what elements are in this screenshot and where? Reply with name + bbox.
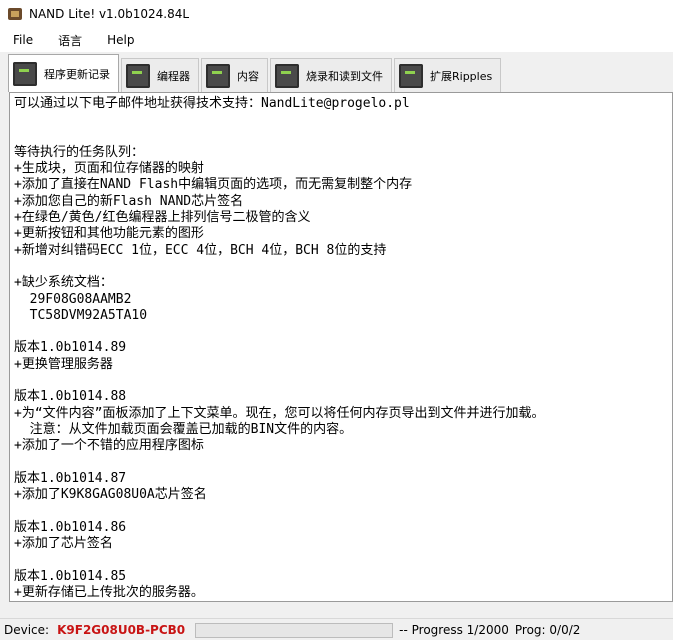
log-line: +添加了K9K8GAG08U0A芯片签名	[14, 487, 207, 503]
menu-help[interactable]: Help	[94, 33, 146, 47]
log-line: TC58DVM92A5TA10	[14, 307, 148, 323]
log-line: +添加您自己的新Flash NAND芯片签名	[14, 193, 244, 209]
device-label: Device:	[4, 623, 50, 637]
tab-content[interactable]: 内容	[201, 58, 268, 92]
tab-ripples[interactable]: 扩展Ripples	[394, 58, 502, 92]
log-line: +在绿色/黄色/红色编程器上排列信号二极管的含义	[14, 210, 311, 226]
log-line: +更新存储已上传批次的服务器。	[14, 584, 204, 600]
window-title: NAND Lite! v1.0b1024.84L	[29, 7, 190, 21]
prog-text: Prog: 0/0/2	[514, 623, 581, 637]
log-line: +添加了芯片签名	[14, 536, 113, 552]
changelog-text: 可以通过以下电子邮件地址获得技术支持：NandLite@progelo.pl 等待…	[10, 93, 672, 601]
log-line: +更换管理服务器	[14, 356, 113, 372]
progress-bar	[195, 622, 394, 638]
progress-text: -- Progress 1/2000	[399, 623, 509, 637]
tab-label: 扩展Ripples	[430, 69, 493, 83]
tab-label: 内容	[237, 69, 259, 83]
log-line: +生成块，页面和位存储器的映射	[14, 161, 204, 177]
log-line: 版本1.0b1014.85	[14, 568, 127, 584]
log-line: 版本1.0b1014.89	[14, 340, 127, 356]
chip-icon	[123, 63, 153, 88]
log-line: 29F08G08AAMB2	[14, 291, 132, 307]
log-line: +缺少系统文档：	[14, 275, 113, 291]
tab-label: 烧录和读到文件	[306, 69, 383, 83]
menu-bar: File 语言 Help	[0, 28, 673, 52]
log-line: 版本1.0b1014.88	[14, 389, 127, 405]
title-bar: NAND Lite! v1.0b1024.84L	[0, 0, 673, 28]
menu-language[interactable]: 语言	[45, 32, 94, 49]
bottom-strip	[0, 640, 673, 644]
log-line: 版本1.0b1014.86	[14, 519, 127, 535]
device-value: K9F2G08U0B-PCB0	[57, 623, 186, 637]
log-line: 版本1.0b1014.87	[14, 470, 127, 486]
tab-burn-read-file[interactable]: 烧录和读到文件	[270, 58, 392, 92]
status-bar: Device: K9F2G08U0B-PCB0 -- Progress 1/20…	[0, 618, 673, 641]
menu-file[interactable]: File	[0, 33, 45, 47]
log-line: +新增对纠错码ECC 1位，ECC 4位，BCH 4位，BCH 8位的支持	[14, 242, 387, 258]
log-line: +为“文件内容”面板添加了上下文菜单。现在，您可以将任何内存页导出到文件并进行加…	[14, 405, 545, 421]
chip-icon	[203, 63, 233, 88]
log-line: 注意：从文件加载页面会覆盖已加载的BIN文件的内容。	[14, 421, 353, 437]
chip-icon	[10, 61, 40, 86]
chip-icon	[272, 63, 302, 88]
log-line: 可以通过以下电子邮件地址获得技术支持：NandLite@progelo.pl	[14, 96, 410, 111]
app-icon	[8, 8, 22, 20]
chip-icon	[396, 63, 426, 88]
log-line: +更新按钮和其他功能元素的图形	[14, 226, 204, 242]
tab-label: 程序更新记录	[44, 67, 110, 81]
log-line: 等待执行的任务队列：	[14, 144, 145, 160]
log-line: +添加了直接在NAND Flash中编辑页面的选项，而无需复制整个内存	[14, 177, 413, 193]
tab-changelog[interactable]: 程序更新记录	[8, 54, 119, 92]
tab-strip: 程序更新记录 编程器 内容 烧录和读到文件 扩展Ripples	[0, 52, 673, 92]
log-line: +添加了一个不错的应用程序图标	[14, 438, 204, 454]
tab-programmer[interactable]: 编程器	[121, 58, 199, 92]
tab-label: 编程器	[157, 69, 190, 83]
changelog-panel[interactable]: 可以通过以下电子邮件地址获得技术支持：NandLite@progelo.pl 等待…	[9, 92, 673, 602]
